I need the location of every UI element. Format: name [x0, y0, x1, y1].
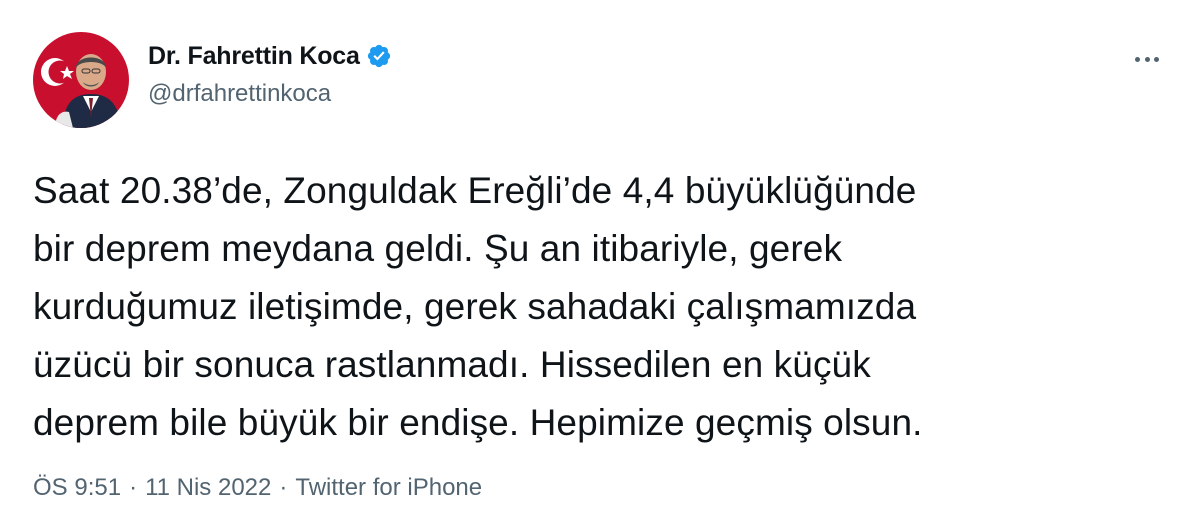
- author-handle[interactable]: @drfahrettinkoca: [148, 80, 331, 108]
- tweet-meta: ÖS 9:51 · 11 Nis 2022 · Twitter for iPho…: [33, 474, 482, 502]
- tweet-text: Saat 20.38’de, Zonguldak Ereğli’de 4,4 b…: [33, 170, 923, 443]
- meta-separator: ·: [129, 474, 138, 501]
- more-options-icon: [1135, 56, 1159, 62]
- tweet-time[interactable]: ÖS 9:51: [33, 474, 121, 502]
- tweet-card: Dr. Fahrettin Koca @drfahrettinkoca Saat…: [0, 0, 1200, 518]
- author-name-row[interactable]: Dr. Fahrettin Koca: [148, 38, 392, 74]
- avatar[interactable]: [33, 32, 129, 128]
- verified-badge-icon: [366, 43, 392, 69]
- meta-separator: ·: [279, 474, 288, 501]
- tweet-source[interactable]: Twitter for iPhone: [295, 474, 482, 502]
- tweet-date[interactable]: 11 Nis 2022: [145, 474, 271, 502]
- author-display-name[interactable]: Dr. Fahrettin Koca: [148, 42, 360, 71]
- more-options-button[interactable]: [1127, 44, 1167, 74]
